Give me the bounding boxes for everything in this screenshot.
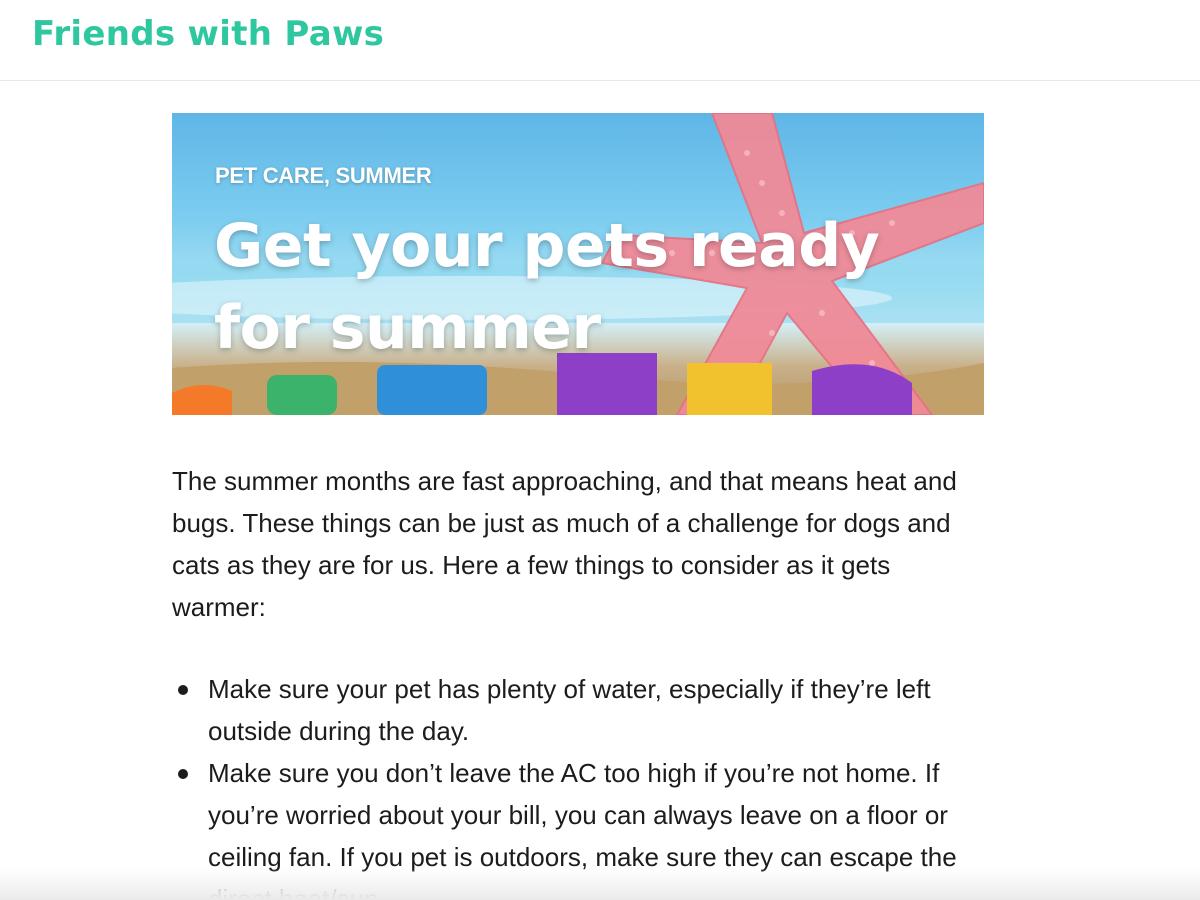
article-body: The summer months are fast approaching, …: [172, 460, 992, 900]
post-title: Get your pets ready for summer: [214, 211, 880, 363]
post-category-links[interactable]: PET CARE, SUMMER: [215, 163, 432, 189]
viewport-bottom-shadow: [0, 868, 1200, 900]
list-item: Make sure your pet has plenty of water, …: [178, 668, 992, 752]
tips-list: Make sure your pet has plenty of water, …: [172, 668, 992, 900]
site-title-link[interactable]: Friends with Paws: [32, 12, 384, 56]
hero-banner: PET CARE, SUMMER Get your pets ready for…: [172, 113, 984, 415]
article-intro-paragraph: The summer months are fast approaching, …: [172, 466, 957, 622]
list-item-text: Make sure your pet has plenty of water, …: [208, 674, 931, 746]
bullet-icon: [178, 685, 188, 695]
bullet-icon: [178, 769, 188, 779]
site-header: Friends with Paws: [0, 0, 1200, 81]
